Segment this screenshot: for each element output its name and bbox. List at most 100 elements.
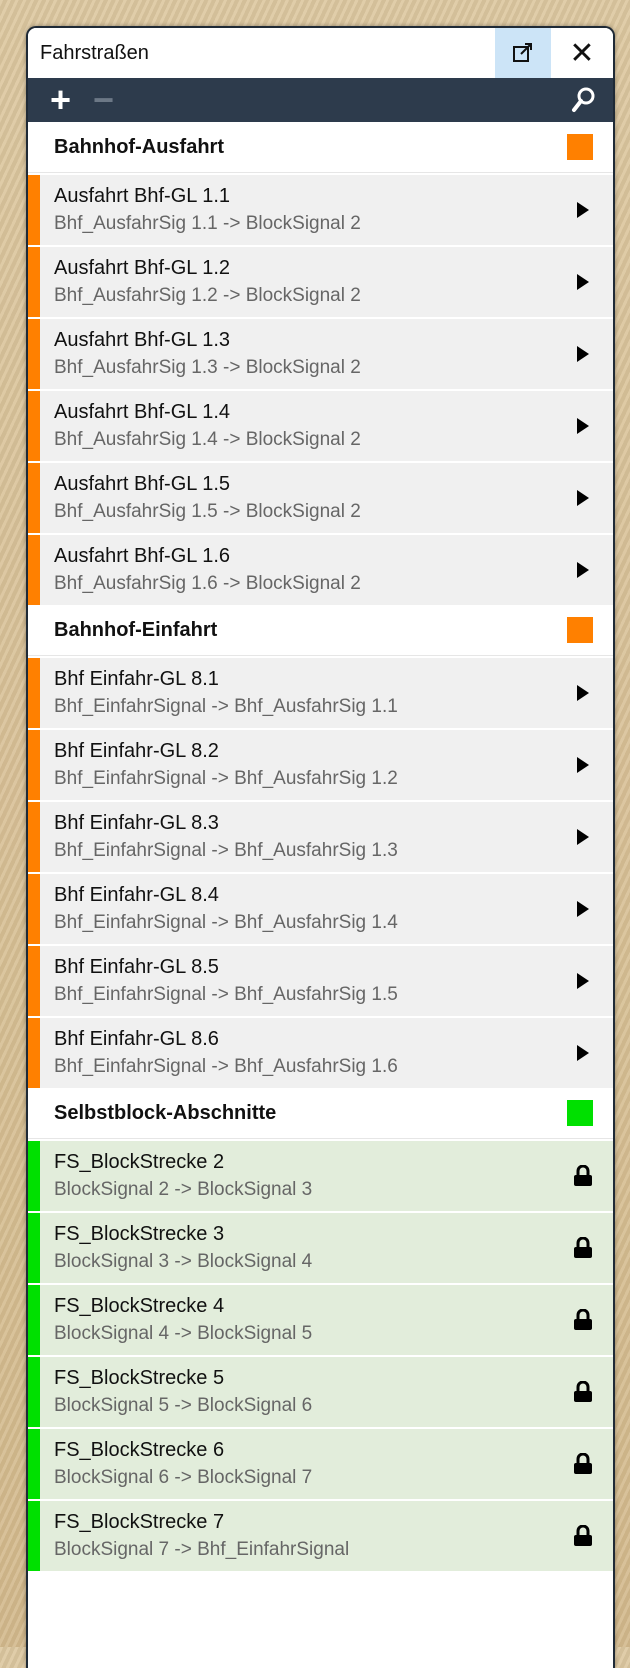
route-name: Ausfahrt Bhf-GL 1.6 [54,545,231,567]
lock-button[interactable] [553,1357,613,1427]
route-row[interactable]: FS_BlockStrecke 4 BlockSignal 4 -> BlockS… [28,1285,613,1355]
popout-icon [513,43,532,62]
activate-route-button[interactable] [553,391,613,461]
activate-route-button[interactable] [553,658,613,728]
play-icon [577,346,589,362]
route-content: Bhf Einfahr-GL 8.3 Bhf_EinfahrSignal -> B… [40,802,553,872]
lock-button[interactable] [553,1501,613,1571]
route-content: Ausfahrt Bhf-GL 1.4 Bhf_AusfahrSig 1.4 ->… [40,391,553,461]
route-row[interactable]: FS_BlockStrecke 3 BlockSignal 3 -> BlockS… [28,1213,613,1283]
play-icon [577,418,589,434]
route-name: Bhf Einfahr-GL 8.1 [54,668,219,690]
play-icon [577,685,589,701]
add-icon[interactable]: + [50,82,71,118]
route-color-bar [28,1018,40,1088]
route-signals: BlockSignal 2 -> BlockSignal 3 [54,1179,313,1200]
route-name: FS_BlockStrecke 5 [54,1367,225,1389]
route-row[interactable]: Bhf Einfahr-GL 8.2 Bhf_EinfahrSignal -> B… [28,730,613,800]
route-row[interactable]: FS_BlockStrecke 5 BlockSignal 5 -> BlockS… [28,1357,613,1427]
route-signals: Bhf_EinfahrSignal -> Bhf_AusfahrSig 1.5 [54,984,398,1005]
activate-route-button[interactable] [553,946,613,1016]
play-icon [577,562,589,578]
lock-icon [574,1525,592,1546]
play-icon [577,202,589,218]
route-color-bar [28,946,40,1016]
play-icon [577,973,589,989]
route-content: Bhf Einfahr-GL 8.2 Bhf_EinfahrSignal -> B… [40,730,553,800]
route-signals: BlockSignal 7 -> Bhf_EinfahrSignal [54,1539,350,1560]
group-header[interactable]: Bahnhof-Ausfahrt [28,122,613,173]
search-icon[interactable] [571,86,597,114]
route-row[interactable]: Ausfahrt Bhf-GL 1.1 Bhf_AusfahrSig 1.1 ->… [28,175,613,245]
activate-route-button[interactable] [553,175,613,245]
route-signals: BlockSignal 3 -> BlockSignal 4 [54,1251,313,1272]
route-name: Ausfahrt Bhf-GL 1.1 [54,185,231,207]
route-row[interactable]: Bhf Einfahr-GL 8.6 Bhf_EinfahrSignal -> B… [28,1018,613,1088]
lock-button[interactable] [553,1285,613,1355]
group-header[interactable]: Bahnhof-Einfahrt [28,605,613,656]
route-name: Ausfahrt Bhf-GL 1.4 [54,401,231,423]
route-row[interactable]: FS_BlockStrecke 6 BlockSignal 6 -> BlockS… [28,1429,613,1499]
route-content: Ausfahrt Bhf-GL 1.1 Bhf_AusfahrSig 1.1 ->… [40,175,553,245]
route-row[interactable]: Bhf Einfahr-GL 8.5 Bhf_EinfahrSignal -> B… [28,946,613,1016]
group-color-swatch[interactable] [567,134,593,160]
play-icon [577,757,589,773]
remove-icon[interactable]: − [93,82,114,118]
route-name: FS_BlockStrecke 3 [54,1223,225,1245]
route-color-bar [28,1501,40,1571]
route-name: Bhf Einfahr-GL 8.3 [54,812,219,834]
route-color-bar [28,175,40,245]
toolbar: + − [28,78,613,122]
lock-button[interactable] [553,1213,613,1283]
route-color-bar [28,1285,40,1355]
route-name: Bhf Einfahr-GL 8.2 [54,740,219,762]
play-icon [577,901,589,917]
group-color-swatch[interactable] [567,1100,593,1126]
lock-button[interactable] [553,1429,613,1499]
lock-icon [574,1381,592,1402]
route-content: FS_BlockStrecke 3 BlockSignal 3 -> BlockS… [40,1213,553,1283]
activate-route-button[interactable] [553,463,613,533]
activate-route-button[interactable] [553,802,613,872]
route-content: Bhf Einfahr-GL 8.1 Bhf_EinfahrSignal -> B… [40,658,553,728]
route-content: Bhf Einfahr-GL 8.5 Bhf_EinfahrSignal -> B… [40,946,553,1016]
route-signals: Bhf_AusfahrSig 1.2 -> BlockSignal 2 [54,285,361,306]
route-row[interactable]: Ausfahrt Bhf-GL 1.6 Bhf_AusfahrSig 1.6 ->… [28,535,613,605]
route-row[interactable]: Ausfahrt Bhf-GL 1.4 Bhf_AusfahrSig 1.4 ->… [28,391,613,461]
route-color-bar [28,1141,40,1211]
activate-route-button[interactable] [553,319,613,389]
route-row[interactable]: Bhf Einfahr-GL 8.1 Bhf_EinfahrSignal -> B… [28,658,613,728]
activate-route-button[interactable] [553,730,613,800]
route-signals: Bhf_EinfahrSignal -> Bhf_AusfahrSig 1.6 [54,1056,398,1077]
route-color-bar [28,535,40,605]
route-name: Ausfahrt Bhf-GL 1.3 [54,329,231,351]
route-row[interactable]: FS_BlockStrecke 7 BlockSignal 7 -> Bhf_Ei… [28,1501,613,1571]
activate-route-button[interactable] [553,535,613,605]
activate-route-button[interactable] [553,247,613,317]
group-header[interactable]: Selbstblock-Abschnitte [28,1088,613,1139]
activate-route-button[interactable] [553,1018,613,1088]
activate-route-button[interactable] [553,874,613,944]
route-content: Bhf Einfahr-GL 8.6 Bhf_EinfahrSignal -> B… [40,1018,553,1088]
route-name: FS_BlockStrecke 6 [54,1439,225,1461]
route-row[interactable]: Ausfahrt Bhf-GL 1.2 Bhf_AusfahrSig 1.2 ->… [28,247,613,317]
route-row[interactable]: FS_BlockStrecke 2 BlockSignal 2 -> BlockS… [28,1141,613,1211]
title-bar: Fahrstraßen ✕ [28,28,613,78]
route-row[interactable]: Ausfahrt Bhf-GL 1.3 Bhf_AusfahrSig 1.3 ->… [28,319,613,389]
route-color-bar [28,874,40,944]
popout-button[interactable] [495,28,551,78]
route-color-bar [28,730,40,800]
group-color-swatch[interactable] [567,617,593,643]
close-button[interactable]: ✕ [551,28,613,78]
route-signals: Bhf_EinfahrSignal -> Bhf_AusfahrSig 1.4 [54,912,398,933]
route-row[interactable]: Bhf Einfahr-GL 8.3 Bhf_EinfahrSignal -> B… [28,802,613,872]
route-row[interactable]: Bhf Einfahr-GL 8.4 Bhf_EinfahrSignal -> B… [28,874,613,944]
route-name: Bhf Einfahr-GL 8.6 [54,1028,219,1050]
group-title: Bahnhof-Einfahrt [54,618,218,641]
lock-button[interactable] [553,1141,613,1211]
route-signals: Bhf_EinfahrSignal -> Bhf_AusfahrSig 1.2 [54,768,398,789]
route-content: Ausfahrt Bhf-GL 1.6 Bhf_AusfahrSig 1.6 ->… [40,535,553,605]
route-row[interactable]: Ausfahrt Bhf-GL 1.5 Bhf_AusfahrSig 1.5 ->… [28,463,613,533]
fahrstrassen-panel: Fahrstraßen ✕ + − Bahnhof-Ausfahrt Ausfah… [26,26,615,1668]
route-color-bar [28,1429,40,1499]
